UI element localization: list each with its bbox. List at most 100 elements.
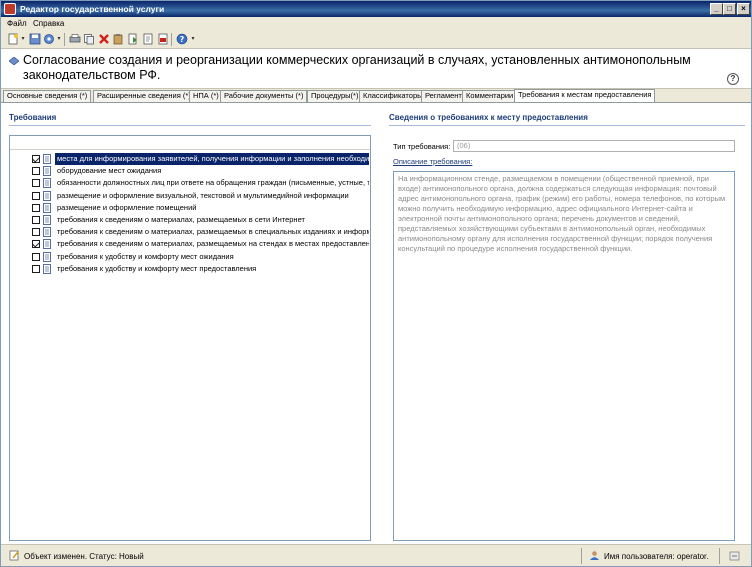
tab-working-documents[interactable]: Рабочие документы (*) [220, 90, 308, 102]
requirement-row[interactable]: требования к удобству и комфорту мест пр… [10, 263, 370, 275]
status-separator [719, 548, 720, 564]
requirement-checkbox[interactable] [32, 228, 40, 237]
delete-icon[interactable] [98, 33, 110, 45]
tab-regulation[interactable]: Регламент [421, 90, 466, 102]
menu-help[interactable]: Справка [33, 19, 64, 28]
minimize-button[interactable]: _ [710, 3, 723, 15]
settings-icon[interactable] [43, 33, 55, 45]
help-dropdown-arrow[interactable]: ▾ [190, 33, 196, 45]
header-help-icon[interactable]: ? [727, 73, 739, 85]
requirement-label: требования к сведениям о материалах, раз… [57, 215, 305, 224]
requirement-label: размещение и оформление визуальной, текс… [57, 190, 349, 200]
tree-header [10, 136, 370, 150]
tab-extended-info[interactable]: Расширенные сведения (*) [93, 90, 195, 102]
requirement-checkbox[interactable] [32, 216, 40, 224]
requirement-checkbox[interactable] [32, 252, 40, 261]
requirement-row[interactable]: требования к сведениям о материалах, раз… [10, 226, 370, 238]
description-textarea[interactable]: На информационном стенде, размещаемом в … [393, 171, 735, 541]
status-separator [581, 548, 582, 564]
user-name: Имя пользователя: operator. [604, 552, 709, 561]
paste-icon[interactable] [112, 33, 124, 45]
tab-procedures[interactable]: Процедуры(*) [307, 90, 363, 102]
requirement-checkbox[interactable] [32, 264, 40, 273]
service-icon [9, 57, 19, 65]
requirements-panel: Требования места для информирования заяв… [9, 113, 371, 541]
requirement-label: требования к удобству и комфорту мест ож… [57, 251, 234, 261]
requirement-label: требования к удобству и комфорту мест пр… [57, 263, 257, 273]
requirement-row[interactable]: оборудование мест ожидания [10, 165, 370, 177]
description-label[interactable]: Описание требования: [393, 157, 472, 166]
requirement-row[interactable]: обязанности должностных лиц при ответе н… [10, 177, 370, 189]
requirement-row[interactable]: требования к сведениям о материалах, раз… [10, 238, 370, 250]
requirement-label: требования к сведениям о материалах, раз… [57, 239, 369, 249]
requirements-title-line [9, 125, 371, 126]
tab-comments[interactable]: Комментарии [462, 90, 518, 102]
requirement-row[interactable]: места для информирования заявителей, пол… [10, 153, 370, 165]
tab-npa[interactable]: НПА (*) [189, 90, 223, 102]
svg-text:?: ? [180, 35, 185, 44]
type-label: Тип требования: [393, 142, 451, 151]
menu-bar: Файл Справка [1, 17, 751, 30]
copy-icon[interactable] [83, 33, 95, 45]
tab-place-requirements[interactable]: Требования к местам предоставления [514, 89, 656, 102]
requirement-document-icon [43, 215, 51, 225]
requirement-document-icon [43, 154, 51, 164]
requirement-document-icon [43, 202, 51, 213]
type-field[interactable]: (06) [453, 140, 735, 152]
tab-bar: Основные сведения (*) Расширенные сведен… [1, 89, 751, 102]
details-title: Сведения о требованиях к месту предостав… [389, 113, 588, 122]
export-icon[interactable] [142, 33, 154, 45]
new-dropdown-arrow[interactable]: ▾ [20, 33, 26, 45]
app-window: Редактор государственной услуги _ □ × Фа… [0, 0, 752, 567]
requirement-checkbox[interactable] [32, 179, 40, 188]
requirement-document-icon [43, 239, 51, 250]
toolbar-separator [171, 33, 172, 46]
requirement-label: места для информирования заявителей, пол… [55, 153, 369, 165]
requirement-checkbox[interactable] [32, 191, 40, 200]
requirement-checkbox[interactable] [32, 155, 40, 163]
requirement-checkbox[interactable] [32, 167, 40, 176]
maximize-button[interactable]: □ [723, 3, 736, 15]
tab-classifiers[interactable]: Классификаторы [359, 90, 427, 102]
title-bar[interactable]: Редактор государственной услуги _ □ × [1, 1, 751, 17]
close-button[interactable]: × [737, 3, 750, 15]
menu-file[interactable]: Файл [7, 19, 27, 28]
resize-grip-icon[interactable] [729, 550, 741, 562]
requirement-checkbox[interactable] [32, 203, 40, 212]
requirements-tree[interactable]: места для информирования заявителей, пол… [9, 135, 371, 541]
edit-status-icon [9, 550, 19, 561]
requirement-document-icon [43, 190, 51, 201]
service-header: Согласование создания и реорганизации ко… [1, 49, 751, 89]
requirement-document-icon [43, 227, 51, 238]
requirement-label: требования к сведениям о материалах, раз… [57, 227, 369, 237]
requirement-row[interactable]: требования к удобству и комфорту мест ож… [10, 251, 370, 263]
requirement-row[interactable]: требования к сведениям о материалах, раз… [10, 214, 370, 226]
toolbar-separator [64, 33, 65, 46]
window-title: Редактор государственной услуги [20, 4, 165, 14]
new-document-icon[interactable] [7, 33, 19, 45]
save-icon[interactable] [29, 33, 41, 45]
app-icon [4, 3, 16, 15]
details-panel: Сведения о требованиях к месту предостав… [389, 113, 745, 541]
user-icon [590, 551, 599, 560]
requirement-checkbox[interactable] [32, 240, 40, 249]
requirement-row[interactable]: размещение и оформление визуальной, текс… [10, 190, 370, 202]
requirement-label: обязанности должностных лиц при ответе н… [57, 178, 369, 188]
toolbar: ▾ ▾ ? ▾ [1, 30, 751, 49]
requirement-row[interactable]: размещение и оформление помещений [10, 202, 370, 214]
settings-dropdown-arrow[interactable]: ▾ [56, 33, 62, 45]
requirement-document-icon [43, 178, 51, 189]
requirements-title: Требования [9, 113, 57, 122]
tab-basic-info[interactable]: Основные сведения (*) [3, 90, 92, 102]
requirement-document-icon [43, 263, 51, 274]
requirement-document-icon [43, 251, 51, 262]
tab-content: Требования места для информирования заяв… [1, 102, 751, 544]
export-pdf-icon[interactable] [157, 33, 169, 45]
help-icon[interactable]: ? [176, 33, 188, 45]
print-icon[interactable] [69, 33, 81, 45]
import-icon[interactable] [127, 33, 139, 45]
status-text: Объект изменен. Статус: Новый [24, 552, 144, 561]
requirement-document-icon [43, 166, 51, 177]
status-bar: Объект изменен. Статус: Новый Имя пользо… [1, 544, 751, 566]
requirement-label: размещение и оформление помещений [57, 202, 197, 212]
